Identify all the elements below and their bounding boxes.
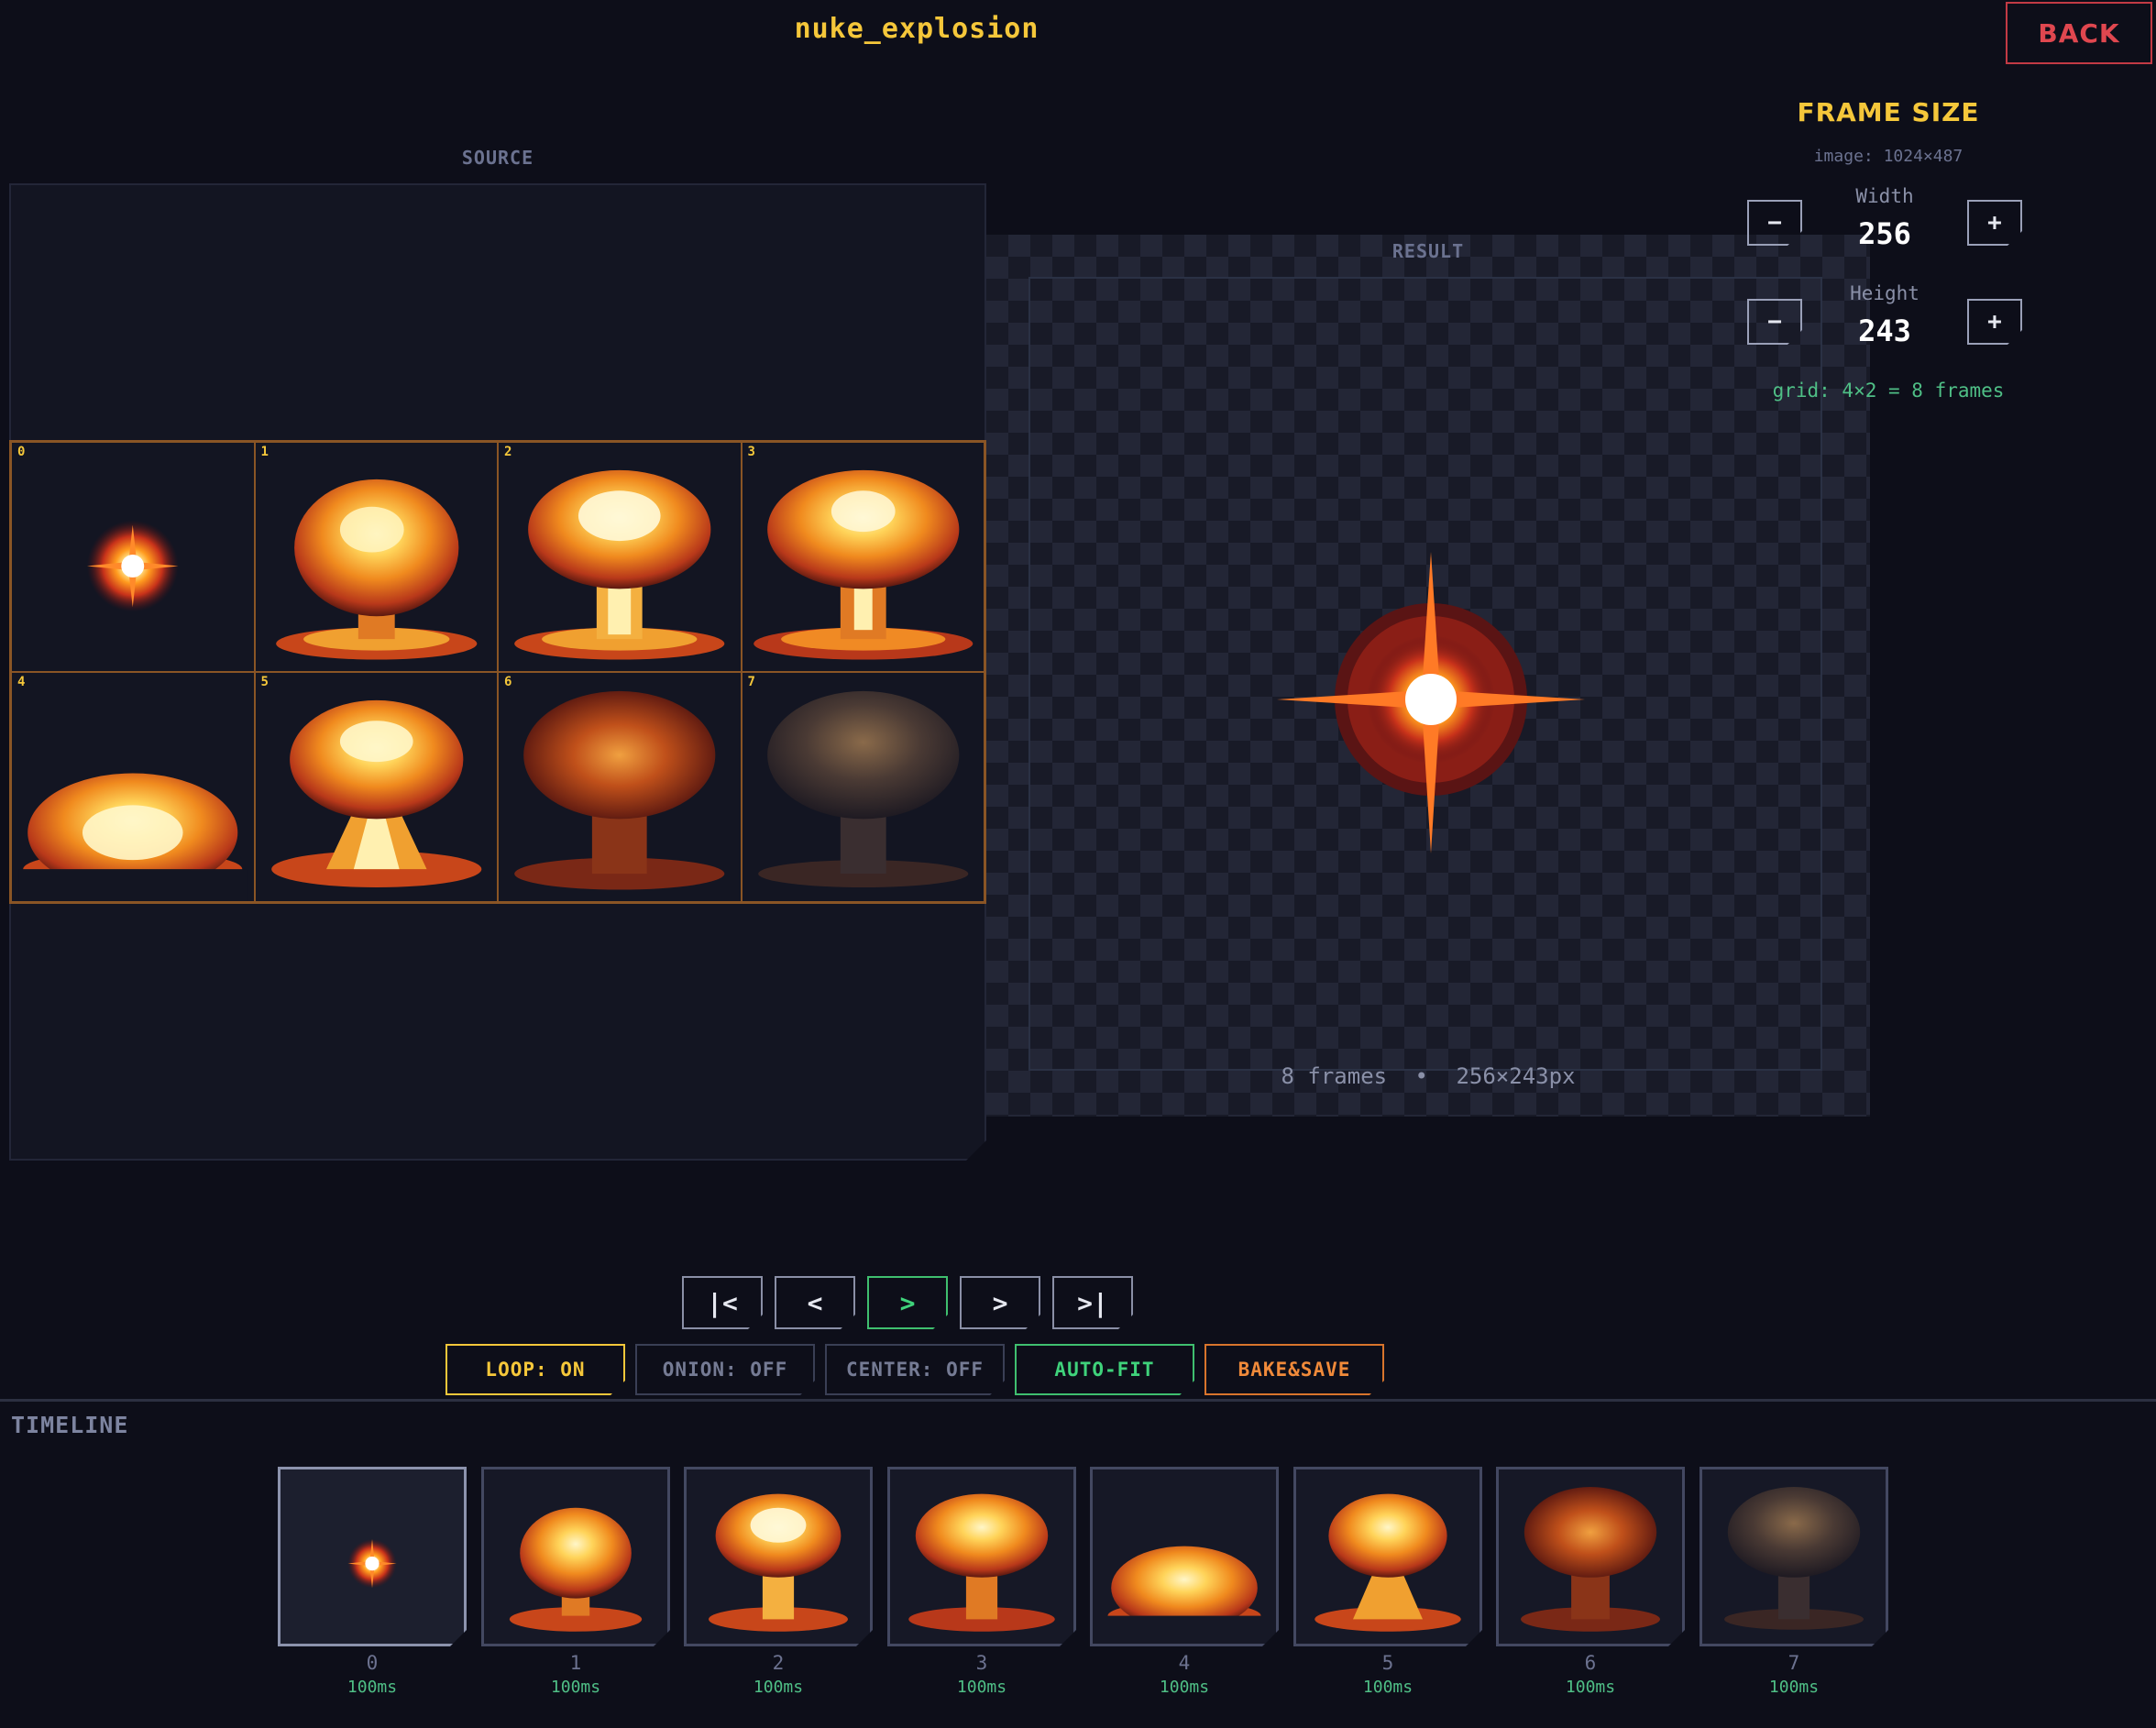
mushroom-cloud-icon [890,1469,1073,1644]
explosion-preview-icon [1277,552,1585,853]
timeline-frame[interactable] [1293,1467,1482,1646]
timeline-frame-index: 7 [1788,1652,1800,1674]
auto-fit-button[interactable]: AUTO-FIT [1015,1344,1194,1395]
frame-count: 8 frames [1281,1063,1388,1089]
timeline-frame[interactable] [481,1467,670,1646]
timeline-frame-index: 1 [569,1652,582,1674]
height-increase-button[interactable]: + [1967,299,2022,345]
timeline-frame-index: 4 [1178,1652,1191,1674]
sheet-cell[interactable]: 2 [498,442,742,672]
mushroom-cloud-icon [687,1469,870,1644]
page-title: nuke_explosion [794,13,1040,45]
mushroom-cloud-icon [18,773,248,901]
mushroom-cloud-icon [275,479,477,660]
smoke-cloud-icon [1702,1469,1886,1644]
separator: • [1414,1063,1428,1089]
prev-frame-button[interactable]: < [775,1276,855,1329]
timeline-frame-duration: 100ms [1565,1678,1616,1697]
sheet-cell[interactable]: 1 [254,442,498,672]
mushroom-cloud-icon [1093,1469,1276,1644]
onion-toggle[interactable]: ONION: OFF [635,1344,815,1395]
timeline-frame-duration: 100ms [550,1678,601,1697]
mushroom-cloud-icon [753,469,973,660]
first-frame-button[interactable]: |< [682,1276,763,1329]
timeline-frame-duration: 100ms [956,1678,1007,1697]
back-button[interactable]: BACK [2006,2,2152,64]
bake-save-button[interactable]: BAKE&SAVE [1204,1344,1384,1395]
timeline-frame-duration: 100ms [1159,1678,1210,1697]
mushroom-cloud-icon [270,699,481,888]
mushroom-cloud-icon [1499,1469,1682,1644]
timeline-frame-duration: 100ms [1362,1678,1414,1697]
mushroom-cloud-icon [514,469,725,660]
timeline-frame-index: 0 [366,1652,379,1674]
smoke-cloud-icon [757,690,968,888]
image-info: image: 1024×487 [1813,147,1964,166]
timeline-frame[interactable] [1090,1467,1279,1646]
mushroom-cloud-icon [514,690,725,890]
timeline-frame-index: 5 [1381,1652,1394,1674]
sprite-sheet[interactable]: 0 1 2 3 4 5 6 7 [9,440,986,904]
timeline-frame[interactable] [1700,1467,1888,1646]
next-frame-button[interactable]: > [960,1276,1040,1329]
timeline-frame[interactable] [887,1467,1076,1646]
sheet-cell[interactable]: 3 [741,442,984,672]
timeline-frame-duration: 100ms [1768,1678,1820,1697]
play-button[interactable]: > [867,1276,948,1329]
timeline-frame-index: 6 [1584,1652,1597,1674]
timeline-frame-index: 2 [772,1652,785,1674]
sheet-cell[interactable]: 0 [11,442,255,672]
frame-size-title: FRAME SIZE [1797,97,1980,127]
timeline-frame-duration: 100ms [753,1678,804,1697]
explosion-flash-icon [86,520,179,612]
mushroom-cloud-icon [484,1469,667,1644]
mushroom-cloud-icon [1296,1469,1480,1644]
loop-toggle[interactable]: LOOP: ON [446,1344,625,1395]
timeline-frame[interactable] [684,1467,873,1646]
sheet-cell[interactable]: 4 [11,672,255,902]
timeline-frame[interactable] [278,1467,467,1646]
timeline-frame-index: 3 [975,1652,988,1674]
frame-size-text: 256×243px [1456,1063,1576,1089]
width-increase-button[interactable]: + [1967,200,2022,246]
result-info: 8 frames • 256×243px [986,1063,1870,1089]
last-frame-button[interactable]: >| [1052,1276,1133,1329]
timeline-frame-duration: 100ms [346,1678,398,1697]
timeline-label: TIMELINE [11,1412,129,1438]
center-toggle[interactable]: CENTER: OFF [825,1344,1005,1395]
sheet-cell[interactable]: 6 [498,672,742,902]
explosion-flash-icon [280,1469,464,1644]
grid-info: grid: 4×2 = 8 frames [1772,380,2005,402]
sheet-cell[interactable]: 7 [741,672,984,902]
sheet-cell[interactable]: 5 [254,672,498,902]
timeline-frame[interactable] [1496,1467,1685,1646]
source-label: SOURCE [461,147,534,169]
result-label: RESULT [1392,240,1465,262]
